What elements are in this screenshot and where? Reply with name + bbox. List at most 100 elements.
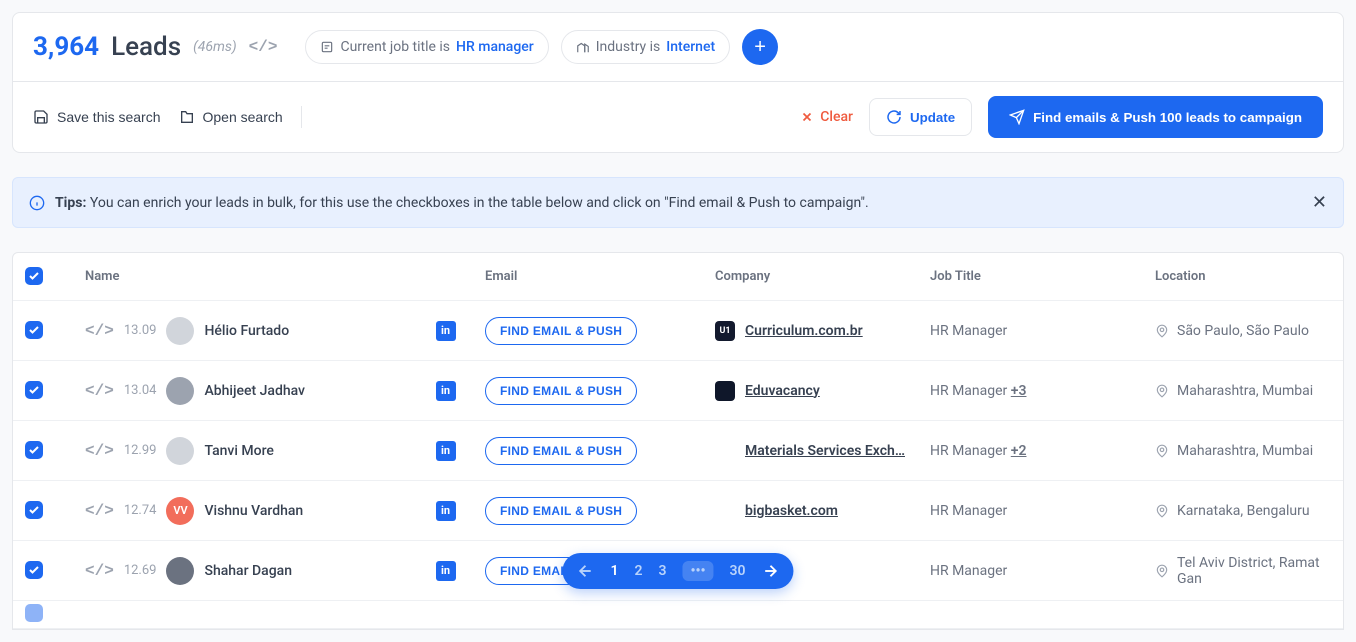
filter-value: HR manager: [456, 39, 534, 55]
score: 12.74: [124, 503, 157, 518]
location: Karnataka, Bengaluru: [1177, 503, 1310, 519]
update-button[interactable]: Update: [869, 98, 972, 136]
person-name[interactable]: Abhijeet Jadhav: [204, 383, 305, 399]
linkedin-icon[interactable]: in: [436, 321, 456, 341]
latency: (46ms): [193, 39, 237, 55]
open-icon: [179, 109, 195, 125]
row-checkbox[interactable]: [25, 441, 43, 459]
location: São Paulo, São Paulo: [1177, 323, 1309, 339]
filter-value: Internet: [666, 39, 715, 55]
badge-icon: [320, 40, 334, 54]
person-name[interactable]: Tanvi More: [204, 443, 273, 459]
score: 12.69: [124, 563, 157, 578]
table-row: </> 13.04 Abhijeet Jadhav in FIND EMAIL …: [13, 361, 1343, 421]
header-row-actions: Save this search Open search Clear Updat…: [13, 82, 1343, 152]
linkedin-icon[interactable]: in: [436, 441, 456, 461]
find-email-button[interactable]: FIND EMAIL & PUSH: [485, 437, 637, 465]
person-name[interactable]: Shahar Dagan: [204, 563, 292, 579]
save-icon: [33, 109, 49, 125]
tips-close-button[interactable]: ✕: [1312, 192, 1327, 213]
select-all-checkbox[interactable]: [25, 267, 43, 285]
clear-button[interactable]: Clear: [800, 109, 853, 125]
extra-count[interactable]: +3: [1011, 383, 1027, 399]
company-name[interactable]: Curriculum.com.br: [745, 323, 863, 339]
job-title: HR Manager: [918, 503, 1143, 519]
save-search-button[interactable]: Save this search: [33, 109, 161, 125]
tips-bar: Tips: You can enrich your leads in bulk,…: [12, 177, 1344, 228]
linkedin-icon[interactable]: in: [436, 561, 456, 581]
col-name: Name: [73, 269, 418, 284]
table-row: </> 13.09 Hélio Furtado in FIND EMAIL & …: [13, 301, 1343, 361]
extra-count[interactable]: +2: [1011, 443, 1027, 459]
company-name[interactable]: Eduvacancy: [745, 383, 820, 399]
person-name[interactable]: Vishnu Vardhan: [204, 503, 303, 519]
add-filter-button[interactable]: +: [742, 29, 778, 65]
find-email-button[interactable]: FIND EMAIL & PUSH: [485, 497, 637, 525]
info-icon: [29, 195, 45, 211]
row-checkbox[interactable]: [25, 561, 43, 579]
send-icon: [1009, 109, 1025, 125]
filter-prefix: Current job title is: [340, 39, 450, 55]
row-checkbox[interactable]: [25, 604, 43, 622]
push-campaign-button[interactable]: Find emails & Push 100 leads to campaign: [988, 96, 1323, 138]
divider: [301, 106, 302, 128]
page-ellipsis[interactable]: •••: [682, 561, 713, 581]
table-row: [13, 601, 1343, 629]
close-icon: [800, 110, 814, 124]
col-job: Job Title: [918, 269, 1143, 284]
job-title: HR Manager +2: [918, 443, 1143, 459]
company-logo: [715, 441, 735, 461]
code-icon[interactable]: </>: [85, 442, 114, 460]
row-checkbox[interactable]: [25, 501, 43, 519]
avatar: [166, 437, 194, 465]
open-search-button[interactable]: Open search: [179, 109, 283, 125]
company-name[interactable]: bigbasket.com: [745, 503, 838, 519]
filter-prefix: Industry is: [596, 39, 661, 55]
page-last[interactable]: 30: [730, 563, 746, 579]
col-email: Email: [473, 269, 703, 284]
next-page-button[interactable]: [762, 562, 780, 580]
person-name[interactable]: Hélio Furtado: [204, 323, 289, 339]
location: Maharashtra, Mumbai: [1177, 383, 1313, 399]
lead-count: 3,964: [33, 32, 99, 62]
avatar: [166, 317, 194, 345]
col-company: Company: [703, 269, 918, 284]
job-title: HR Manager +3: [918, 383, 1143, 399]
row-checkbox[interactable]: [25, 381, 43, 399]
table-row: </> 12.99 Tanvi More in FIND EMAIL & PUS…: [13, 421, 1343, 481]
pin-icon: [1155, 384, 1169, 398]
table-header: Name Email Company Job Title Location: [13, 253, 1343, 301]
code-icon[interactable]: </>: [85, 382, 114, 400]
pin-icon: [1155, 324, 1169, 338]
find-email-button[interactable]: FIND EMAIL & PUSH: [485, 377, 637, 405]
avatar: VV: [166, 497, 194, 525]
linkedin-icon[interactable]: in: [436, 501, 456, 521]
page-3[interactable]: 3: [658, 563, 666, 579]
filter-industry[interactable]: Industry is Internet: [561, 30, 730, 64]
pagination: 1 2 3 ••• 30: [562, 553, 793, 589]
lead-count-label: Leads: [111, 32, 181, 62]
code-icon[interactable]: </>: [85, 322, 114, 340]
code-icon[interactable]: </>: [249, 38, 278, 56]
page-2[interactable]: 2: [634, 563, 642, 579]
row-checkbox[interactable]: [25, 321, 43, 339]
page-1[interactable]: 1: [610, 563, 618, 579]
company-name[interactable]: Materials Services Exch…: [745, 443, 905, 459]
header-card: 3,964 Leads (46ms) </> Current job title…: [12, 12, 1344, 153]
tips-text: Tips: You can enrich your leads in bulk,…: [55, 195, 869, 211]
col-location: Location: [1143, 269, 1343, 284]
filter-job-title[interactable]: Current job title is HR manager: [305, 30, 548, 64]
company-logo: U1: [715, 321, 735, 341]
code-icon[interactable]: </>: [85, 502, 114, 520]
refresh-icon: [886, 109, 902, 125]
find-email-button[interactable]: FIND EMAIL & PUSH: [485, 317, 637, 345]
job-title: HR Manager: [918, 563, 1143, 579]
linkedin-icon[interactable]: in: [436, 381, 456, 401]
job-title: HR Manager: [918, 323, 1143, 339]
pin-icon: [1155, 564, 1169, 578]
score: 13.09: [124, 323, 157, 338]
location: Maharashtra, Mumbai: [1177, 443, 1313, 459]
prev-page-button[interactable]: [576, 562, 594, 580]
code-icon[interactable]: </>: [85, 562, 114, 580]
location: Tel Aviv District, Ramat Gan: [1177, 555, 1331, 587]
